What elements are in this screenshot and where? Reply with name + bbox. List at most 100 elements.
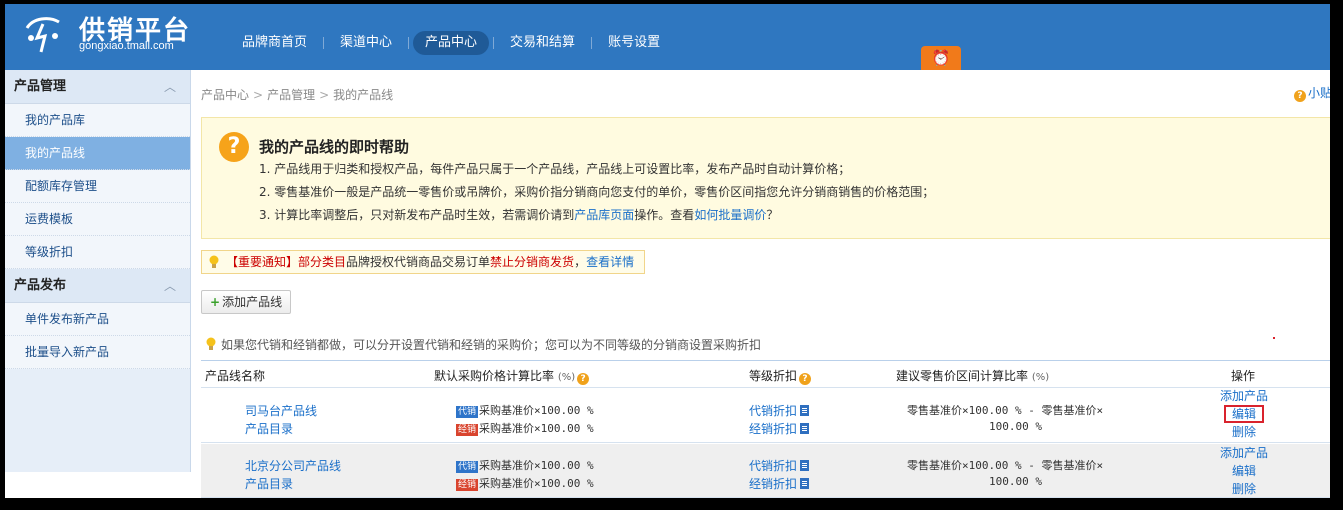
help-line-3-text: 3. 计算比率调整后，只对新发布产品时生效，若需调价请到 bbox=[259, 208, 575, 222]
daixiao-rate: 代销 采购基准价×100.00 % bbox=[456, 404, 594, 418]
add-product-link[interactable]: 添加产品 bbox=[1214, 387, 1274, 405]
purchase-hint: 如果您代销和经销都做，可以分开设置代销和经销的采购价；您可以为不同等级的分销商设… bbox=[201, 336, 761, 353]
nav-divider bbox=[493, 37, 495, 49]
col-header-name: 产品线名称 bbox=[205, 369, 266, 383]
breadcrumb-item[interactable]: 产品中心 bbox=[201, 88, 249, 102]
delete-link[interactable]: 删除 bbox=[1214, 480, 1274, 498]
notice-text: 禁止分销商发货 bbox=[490, 255, 575, 269]
product-line-name: 司马台产品线 bbox=[245, 404, 318, 418]
question-icon[interactable]: ? bbox=[799, 373, 812, 385]
stray-mark bbox=[1273, 337, 1275, 339]
lightbulb-icon bbox=[209, 255, 219, 268]
nav-product-center[interactable]: 产品中心 bbox=[413, 31, 490, 55]
help-panel: ? 我的产品线的即时帮助 1. 产品线用于归类和授权产品，每件产品只属于一个产品… bbox=[201, 117, 1330, 239]
sidebar-item-batch-import[interactable]: 批量导入新产品 bbox=[5, 336, 190, 369]
add-product-link[interactable]: 添加产品 bbox=[1214, 444, 1274, 462]
app-window: 供销平台 gongxiao.tmall.com 品牌商首页 渠道中心 产品中心 … bbox=[5, 4, 1330, 498]
nav-trade-settlement[interactable]: 交易和结算 bbox=[498, 31, 587, 55]
jingxiao-rate: 经销 采购基准价×100.00 % bbox=[456, 422, 594, 436]
tips-link[interactable]: ?小贴士 bbox=[1293, 84, 1330, 102]
retail-rate-line1: 零售基准价×100.00 % - 零售基准价× bbox=[907, 404, 1104, 417]
alarm-clock-icon[interactable]: ⏰ bbox=[921, 46, 961, 70]
nav-divider bbox=[323, 37, 325, 49]
sidebar-section-title: 产品发布 bbox=[14, 278, 67, 293]
table-row: 司马台产品线 产品目录 代销 采购基准价×100.00 % 经销 采购基准价×100… bbox=[201, 389, 1330, 443]
daixiao-tag: 代销 bbox=[456, 406, 479, 418]
sidebar-section-title: 产品管理 bbox=[14, 79, 67, 94]
sidebar-item-quota-inventory[interactable]: 配额库存管理 bbox=[5, 170, 190, 203]
sidebar-item-publish-single[interactable]: 单件发布新产品 bbox=[5, 303, 190, 336]
plus-icon: + bbox=[210, 295, 221, 309]
breadcrumb-separator: > bbox=[319, 88, 330, 102]
lightbulb-icon bbox=[206, 337, 216, 350]
document-icon[interactable] bbox=[800, 478, 810, 489]
edit-link[interactable]: 编辑 bbox=[1214, 462, 1274, 480]
add-product-line-label: 添加产品线 bbox=[222, 295, 283, 309]
help-line-3-text: ？ bbox=[766, 208, 779, 222]
help-line-2: 2. 零售基准价一般是产品统一零售价或吊牌价，采购价指分销商向您支付的单价，零售… bbox=[259, 185, 935, 199]
top-header: 供销平台 gongxiao.tmall.com 品牌商首页 渠道中心 产品中心 … bbox=[5, 4, 1330, 70]
col-header-discount: 等级折扣? bbox=[749, 367, 812, 385]
edit-link[interactable]: 编辑 bbox=[1214, 405, 1274, 423]
help-title: 我的产品线的即时帮助 bbox=[259, 138, 410, 156]
product-library-link[interactable]: 产品库页面 bbox=[574, 208, 634, 222]
notice-text: ， bbox=[574, 255, 587, 269]
retail-rate-line2: 100.00 % bbox=[989, 475, 1042, 488]
nav-brand-home[interactable]: 品牌商首页 bbox=[230, 31, 319, 55]
daixiao-rate: 代销 采购基准价×100.00 % bbox=[456, 459, 594, 473]
delete-link[interactable]: 删除 bbox=[1214, 423, 1274, 441]
document-icon[interactable] bbox=[800, 423, 810, 434]
main-content: 产品中心>产品管理>我的产品线 ?小贴士 ? 我的产品线的即时帮助 1. 产品线… bbox=[192, 70, 1330, 498]
help-line-3: 3. 计算比率调整后，只对新发布产品时生效，若需调价请到产品库页面操作。查看如何… bbox=[259, 206, 778, 223]
daixiao-discount: 代销折扣 bbox=[749, 457, 810, 474]
add-product-line-button[interactable]: + 添加产品线 bbox=[201, 290, 292, 314]
sidebar-item-level-discount[interactable]: 等级折扣 bbox=[5, 236, 190, 269]
nav-divider bbox=[408, 37, 410, 49]
document-icon[interactable] bbox=[800, 405, 810, 416]
chevron-up-icon[interactable]: ︿ bbox=[164, 70, 176, 104]
breadcrumb-item[interactable]: 产品管理 bbox=[267, 88, 315, 102]
nav-channel-center[interactable]: 渠道中心 bbox=[328, 31, 404, 55]
sidebar-section-product-publish[interactable]: 产品发布 ︿ bbox=[5, 269, 190, 303]
daixiao-tag: 代销 bbox=[456, 461, 479, 473]
row-actions: 添加产品 编辑 删除 bbox=[1214, 387, 1274, 441]
jingxiao-discount: 经销折扣 bbox=[749, 420, 810, 437]
col-header-unit: (%) bbox=[557, 372, 576, 383]
jingxiao-rate: 经销 采购基准价×100.00 % bbox=[456, 477, 594, 491]
breadcrumb-current: 我的产品线 bbox=[333, 88, 394, 102]
nav-divider bbox=[591, 37, 593, 49]
help-line-3-text: 操作。查看 bbox=[634, 208, 695, 222]
main-nav: 品牌商首页 渠道中心 产品中心 交易和结算 账号设置 bbox=[230, 31, 672, 55]
table-row: 北京分公司产品线 产品目录 代销 采购基准价×100.00 % 经销 采购基准价×1… bbox=[201, 444, 1330, 498]
daixiao-discount: 代销折扣 bbox=[749, 402, 810, 419]
sidebar-section-product-management[interactable]: 产品管理 ︿ bbox=[5, 70, 190, 104]
jingxiao-tag: 经销 bbox=[456, 479, 479, 491]
notice-tag: 【重要通知】 bbox=[226, 255, 299, 269]
question-icon: ? bbox=[219, 132, 249, 162]
batch-price-link[interactable]: 如何批量调价 bbox=[694, 208, 766, 222]
nav-account-settings[interactable]: 账号设置 bbox=[596, 31, 672, 55]
col-header-purchase: 默认采购价格计算比率 (%)? bbox=[434, 367, 590, 385]
retail-rate-line1: 零售基准价×100.00 % - 零售基准价× bbox=[907, 459, 1104, 472]
jingxiao-tag: 经销 bbox=[456, 424, 479, 436]
document-icon[interactable] bbox=[800, 460, 810, 471]
row-actions: 添加产品 编辑 删除 bbox=[1214, 444, 1274, 498]
brand-subtitle: gongxiao.tmall.com bbox=[79, 40, 174, 52]
notice-text: 部分类目 bbox=[298, 255, 347, 269]
help-line-1: 1. 产品线用于归类和授权产品，每件产品只属于一个产品线，产品线上可设置比率，发… bbox=[259, 162, 851, 176]
col-header-ops: 操作 bbox=[1231, 369, 1256, 383]
tips-label: 小贴士 bbox=[1307, 86, 1330, 100]
col-header-retail: 建议零售价区间计算比率 (%) bbox=[896, 369, 1050, 383]
logo-icon bbox=[25, 17, 60, 53]
sidebar-item-shipping-template[interactable]: 运费模板 bbox=[5, 203, 190, 236]
sidebar-item-my-product-line[interactable]: 我的产品线 bbox=[5, 137, 190, 170]
sidebar-item-my-product-library[interactable]: 我的产品库 bbox=[5, 104, 190, 137]
table-header: 产品线名称 默认采购价格计算比率 (%)? 等级折扣? 建议零售价区间计算比率 … bbox=[201, 360, 1330, 388]
notice-text: 品牌授权代销商品交易订单 bbox=[346, 255, 491, 269]
col-header-unit: (%) bbox=[1031, 372, 1050, 383]
chevron-up-icon[interactable]: ︿ bbox=[164, 269, 176, 303]
question-icon[interactable]: ? bbox=[577, 373, 590, 385]
view-details-link[interactable]: 查看详情 bbox=[586, 255, 634, 269]
retail-rate-line2: 100.00 % bbox=[989, 420, 1042, 433]
breadcrumb: 产品中心 > 产品管理 > 我的产品线 bbox=[201, 86, 393, 103]
